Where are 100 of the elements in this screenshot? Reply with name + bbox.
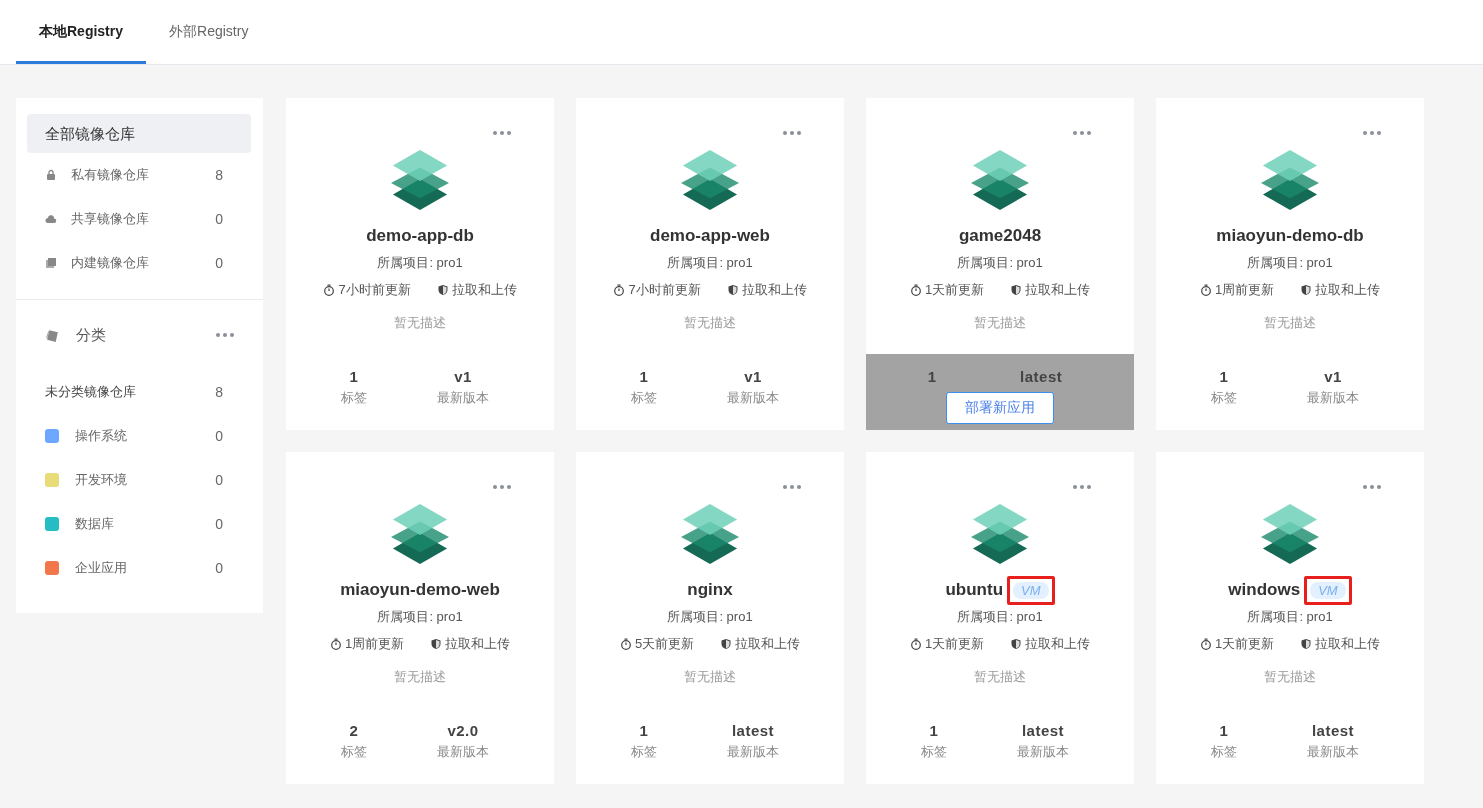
project-label: 所属项目: pro1 [667,608,753,626]
repo-count: 0 [215,560,223,576]
timer-icon [909,284,922,296]
more-icon[interactable] [492,130,512,136]
project-label: 所属项目: pro1 [377,608,463,626]
vm-badge: VM [1007,575,1055,605]
layers-icon [971,504,1029,564]
project-label: 所属项目: pro1 [1247,608,1333,626]
latest-version: latest [1020,368,1063,385]
repo-card[interactable]: game2048 所属项目: pro1 1天前更新 拉取和上传 暂无描述 1 latest 部署新应用 [866,98,1134,430]
latest-version-label: 最新版本 [1307,743,1359,761]
timer-icon [1199,638,1212,650]
repo-filter-item[interactable]: 内建镜像仓库 [71,254,216,272]
tag-count-label: 标签 [631,389,657,407]
updated-time: 1周前更新 [344,635,405,653]
repo-count: 0 [215,255,223,271]
tag-count-label: 标签 [341,389,367,407]
latest-version-label: 最新版本 [437,389,489,407]
repo-card[interactable]: demo-app-web 所属项目: pro1 7小时前更新 拉取和上传 暂无描述 1 标签 v1 最新版本 [576,98,844,430]
project-label: 所属项目: pro1 [667,254,753,272]
description: 暂无描述 [394,668,446,686]
category-item[interactable]: 开发环境 [75,471,216,489]
timer-icon [619,638,632,650]
registry-tab[interactable]: 外部Registry [146,0,272,64]
deploy-app-button[interactable]: 部署新应用 [946,392,1054,424]
category-item[interactable]: 数据库 [75,515,216,533]
tag-count-label: 标签 [921,743,947,761]
cloud-icon [45,213,57,225]
repo-card[interactable]: miaoyun-demo-db 所属项目: pro1 1周前更新 拉取和上传 暂无描述 1 标签 v1 最新版本 [1156,98,1424,430]
layers-icon [681,150,739,210]
latest-version: latest [1311,722,1355,739]
repo-card[interactable]: ubuntu VM 所属项目: pro1 1天前更新 拉取和上传 暂无描述 1 标签 latest 最新版本 [866,452,1134,784]
vm-badge: VM [1304,575,1352,605]
updated-time: 7小时前更新 [338,281,411,299]
shield-icon [1010,638,1023,650]
layers-icon [1261,150,1319,210]
latest-version-label: 最新版本 [1307,389,1359,407]
more-icon[interactable] [215,332,235,338]
shield-icon [720,638,733,650]
latest-version: latest [1021,722,1065,739]
project-label: 所属项目: pro1 [377,254,463,272]
tag-count: 1 [927,368,937,385]
layers-icon [971,150,1029,210]
permission-label: 拉取和上传 [1315,635,1381,653]
layers-icon [1261,504,1319,564]
shield-icon [1010,284,1023,296]
repo-filter-item[interactable]: 私有镜像仓库 [71,166,216,184]
repo-name: demo-app-web [650,226,770,246]
tag-count: 1 [1219,722,1229,739]
permission-label: 拉取和上传 [741,281,807,299]
category-item[interactable]: 操作系统 [75,427,216,445]
repo-card[interactable]: miaoyun-demo-web 所属项目: pro1 1周前更新 拉取和上传 暂无描述 2 标签 v2.0 最新版本 [286,452,554,784]
more-icon[interactable] [1362,484,1382,490]
permission-label: 拉取和上传 [445,635,511,653]
latest-version-label: 最新版本 [727,389,779,407]
repo-card[interactable]: demo-app-db 所属项目: pro1 7小时前更新 拉取和上传 暂无描述 1 标签 v1 最新版本 [286,98,554,430]
description: 暂无描述 [684,668,736,686]
project-label: 所属项目: pro1 [1247,254,1333,272]
category-item[interactable]: 企业应用 [75,559,216,577]
permission-label: 拉取和上传 [451,281,517,299]
timer-icon [613,284,626,296]
repo-name: ubuntu [945,580,1004,600]
latest-version: v2.0 [447,722,479,739]
tag-count-label: 标签 [341,743,367,761]
tag-count: 1 [639,368,649,385]
timer-icon [1199,284,1212,296]
timer-icon [909,638,922,650]
permission-label: 拉取和上传 [1315,281,1381,299]
description: 暂无描述 [394,314,446,332]
more-icon[interactable] [1072,484,1092,490]
repo-card[interactable]: windows VM 所属项目: pro1 1天前更新 拉取和上传 暂无描述 1 标签 latest 最新版本 [1156,452,1424,784]
repo-count: 8 [215,167,223,183]
repo-name: demo-app-db [366,226,474,246]
uncategorized-item[interactable]: 未分类镜像仓库 [45,383,216,401]
repo-count: 0 [215,472,223,488]
more-icon[interactable] [492,484,512,490]
more-icon[interactable] [782,484,802,490]
permission-label: 拉取和上传 [1025,635,1091,653]
updated-time: 1天前更新 [924,281,985,299]
description: 暂无描述 [974,314,1026,332]
latest-version: latest [731,722,775,739]
tag-count-label: 标签 [1211,389,1237,407]
layers-icon [681,504,739,564]
shield-icon [1300,638,1313,650]
category-title: 分类 [76,325,107,345]
repo-name: nginx [687,580,733,600]
shield-icon [726,284,739,296]
shield-icon [430,638,443,650]
more-icon[interactable] [782,130,802,136]
all-repos-item[interactable]: 全部镜像仓库 [27,114,251,153]
more-icon[interactable] [1362,130,1382,136]
repo-card[interactable]: nginx 所属项目: pro1 5天前更新 拉取和上传 暂无描述 1 标签 latest 最新版本 [576,452,844,784]
latest-version: v1 [454,368,472,385]
updated-time: 7小时前更新 [628,281,701,299]
repo-filter-item[interactable]: 共享镜像仓库 [71,210,216,228]
stack-icon [45,257,57,269]
more-icon[interactable] [1072,130,1092,136]
registry-tab[interactable]: 本地Registry [16,0,147,64]
description: 暂无描述 [684,314,736,332]
description: 暂无描述 [1264,314,1316,332]
